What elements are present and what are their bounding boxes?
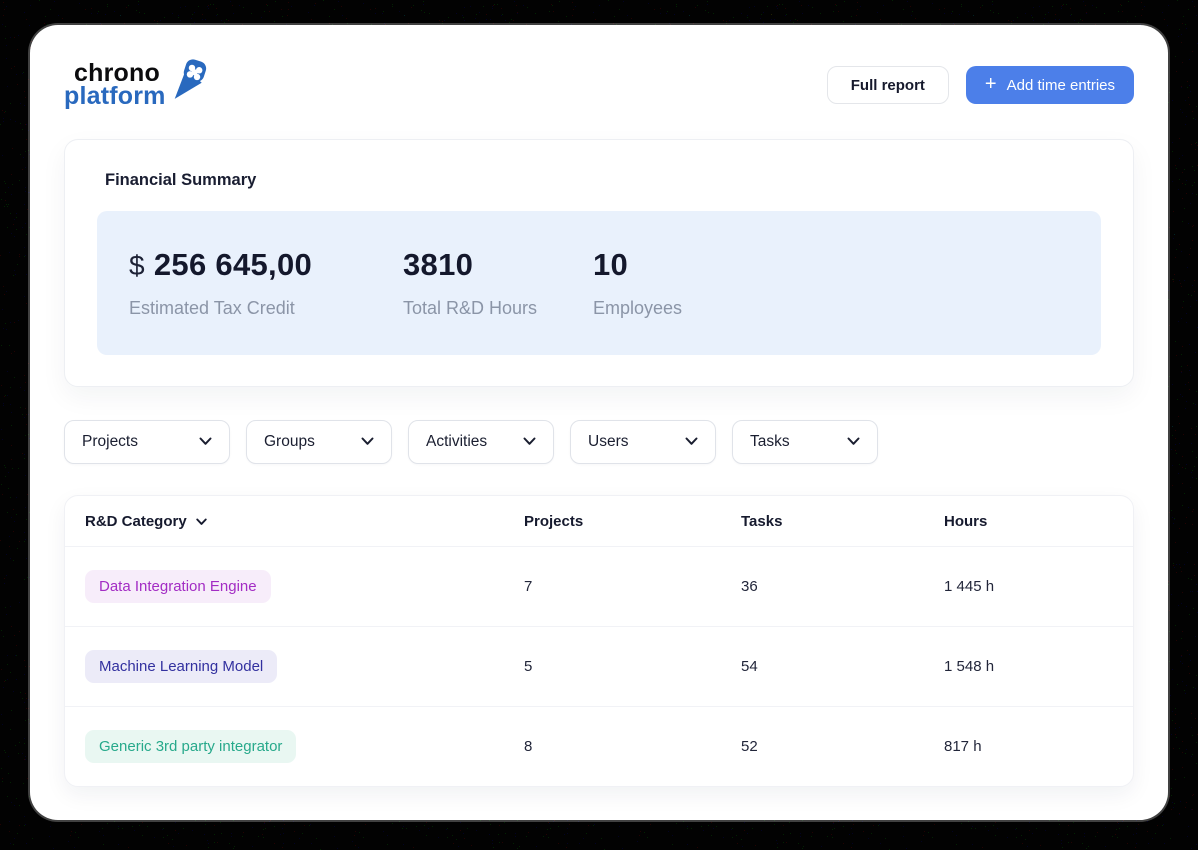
chevron-down-icon	[847, 433, 860, 451]
chevron-down-icon	[196, 513, 207, 530]
metric-value: 256 645,00	[154, 247, 312, 283]
filter-dropdown-tasks[interactable]: Tasks	[732, 420, 878, 464]
filter-bar: Projects Groups Activities Users Tasks	[64, 420, 1134, 464]
top-bar-actions: Full report + Add time entries	[827, 66, 1134, 104]
table-row[interactable]: Generic 3rd party integrator 8 52 817 h	[65, 706, 1133, 786]
add-time-entries-button[interactable]: + Add time entries	[966, 66, 1134, 104]
cell-tasks: 36	[741, 578, 944, 595]
full-report-button[interactable]: Full report	[827, 66, 949, 104]
metric-value: 3810	[403, 247, 593, 283]
logo-word-platform: platform	[64, 85, 166, 108]
filter-dropdown-groups[interactable]: Groups	[246, 420, 392, 464]
financial-summary-title: Financial Summary	[105, 171, 1101, 190]
add-time-entries-label: Add time entries	[1007, 77, 1115, 94]
cell-projects: 7	[524, 578, 741, 595]
table-row[interactable]: Data Integration Engine 7 36 1 445 h	[65, 546, 1133, 626]
top-bar: chrono platform Full report	[64, 61, 1134, 109]
cell-tasks: 52	[741, 738, 944, 755]
cell-hours: 1 548 h	[944, 658, 1133, 675]
rd-category-table: R&D Category Projects Tasks Hours Data I…	[64, 495, 1134, 787]
column-header-projects: Projects	[524, 513, 741, 530]
chevron-down-icon	[199, 433, 212, 451]
chevron-down-icon	[685, 433, 698, 451]
table-row[interactable]: Machine Learning Model 5 54 1 548 h	[65, 626, 1133, 706]
metric-label: Total R&D Hours	[403, 298, 593, 319]
cell-projects: 8	[524, 738, 741, 755]
metric-estimated-tax-credit: $ 256 645,00 Estimated Tax Credit	[129, 247, 403, 355]
table-header-row: R&D Category Projects Tasks Hours	[65, 496, 1133, 546]
column-header-rd-category[interactable]: R&D Category	[85, 513, 524, 530]
category-tag: Data Integration Engine	[85, 570, 271, 603]
metric-total-rd-hours: 3810 Total R&D Hours	[403, 247, 593, 355]
filter-dropdown-activities[interactable]: Activities	[408, 420, 554, 464]
metric-label: Employees	[593, 298, 682, 319]
column-header-hours: Hours	[944, 513, 1133, 530]
dollar-sign: $	[129, 250, 145, 282]
filter-dropdown-users[interactable]: Users	[570, 420, 716, 464]
plus-icon: +	[985, 74, 997, 94]
metric-employees: 10 Employees	[593, 247, 682, 355]
cell-tasks: 54	[741, 658, 944, 675]
category-tag: Machine Learning Model	[85, 650, 277, 683]
metric-label: Estimated Tax Credit	[129, 298, 403, 319]
financial-summary-card: Financial Summary $ 256 645,00 Estimated…	[64, 139, 1134, 387]
chevron-down-icon	[361, 433, 374, 451]
chevron-down-icon	[523, 433, 536, 451]
chrono-platform-logo[interactable]: chrono platform	[64, 62, 208, 108]
cell-projects: 5	[524, 658, 741, 675]
app-window: chrono platform Full report	[30, 25, 1168, 820]
metric-value: 10	[593, 247, 682, 283]
financial-summary-panel: $ 256 645,00 Estimated Tax Credit 3810 T…	[97, 211, 1101, 355]
paper-plane-icon	[172, 59, 208, 106]
cell-hours: 1 445 h	[944, 578, 1133, 595]
cell-hours: 817 h	[944, 738, 1133, 755]
category-tag: Generic 3rd party integrator	[85, 730, 296, 763]
filter-dropdown-projects[interactable]: Projects	[64, 420, 230, 464]
column-header-tasks: Tasks	[741, 513, 944, 530]
